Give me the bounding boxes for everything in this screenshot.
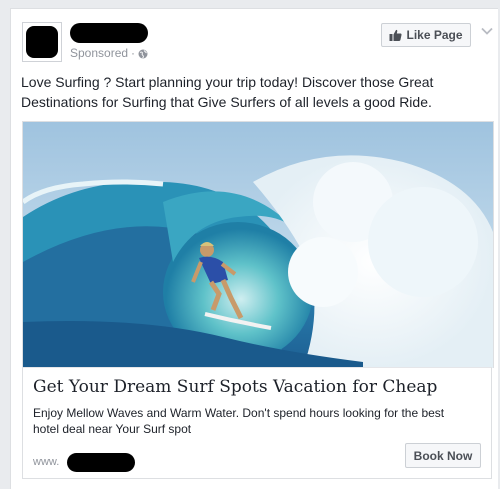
thumbs-up-icon [389, 29, 403, 41]
card-title[interactable]: Get Your Dream Surf Spots Vacation for C… [33, 377, 483, 397]
card-url-prefix: www. [33, 456, 60, 468]
card-url-redaction [67, 453, 135, 472]
sponsored-post: Sponsored · Like Page Love Surfing ? Sta… [10, 8, 498, 489]
sponsored-label[interactable]: Sponsored [70, 46, 128, 60]
page-name-redaction[interactable] [70, 23, 148, 43]
link-card[interactable]: Get Your Dream Surf Spots Vacation for C… [22, 367, 492, 479]
ad-image[interactable] [22, 121, 494, 368]
post-meta: Sponsored · [70, 46, 148, 60]
surf-wave-illustration [23, 122, 493, 368]
meta-separator: · [131, 46, 136, 60]
avatar-redaction [26, 26, 58, 58]
post-body-text: Love Surfing ? Start planning your trip … [21, 74, 434, 110]
book-now-button[interactable]: Book Now [405, 443, 481, 468]
like-page-label: Like Page [406, 28, 463, 42]
like-page-button[interactable]: Like Page [381, 23, 471, 47]
page-avatar[interactable] [22, 22, 62, 62]
card-description: Enjoy Mellow Waves and Warm Water. Don't… [33, 406, 445, 436]
globe-icon [138, 48, 148, 59]
chevron-down-icon[interactable] [481, 23, 493, 35]
